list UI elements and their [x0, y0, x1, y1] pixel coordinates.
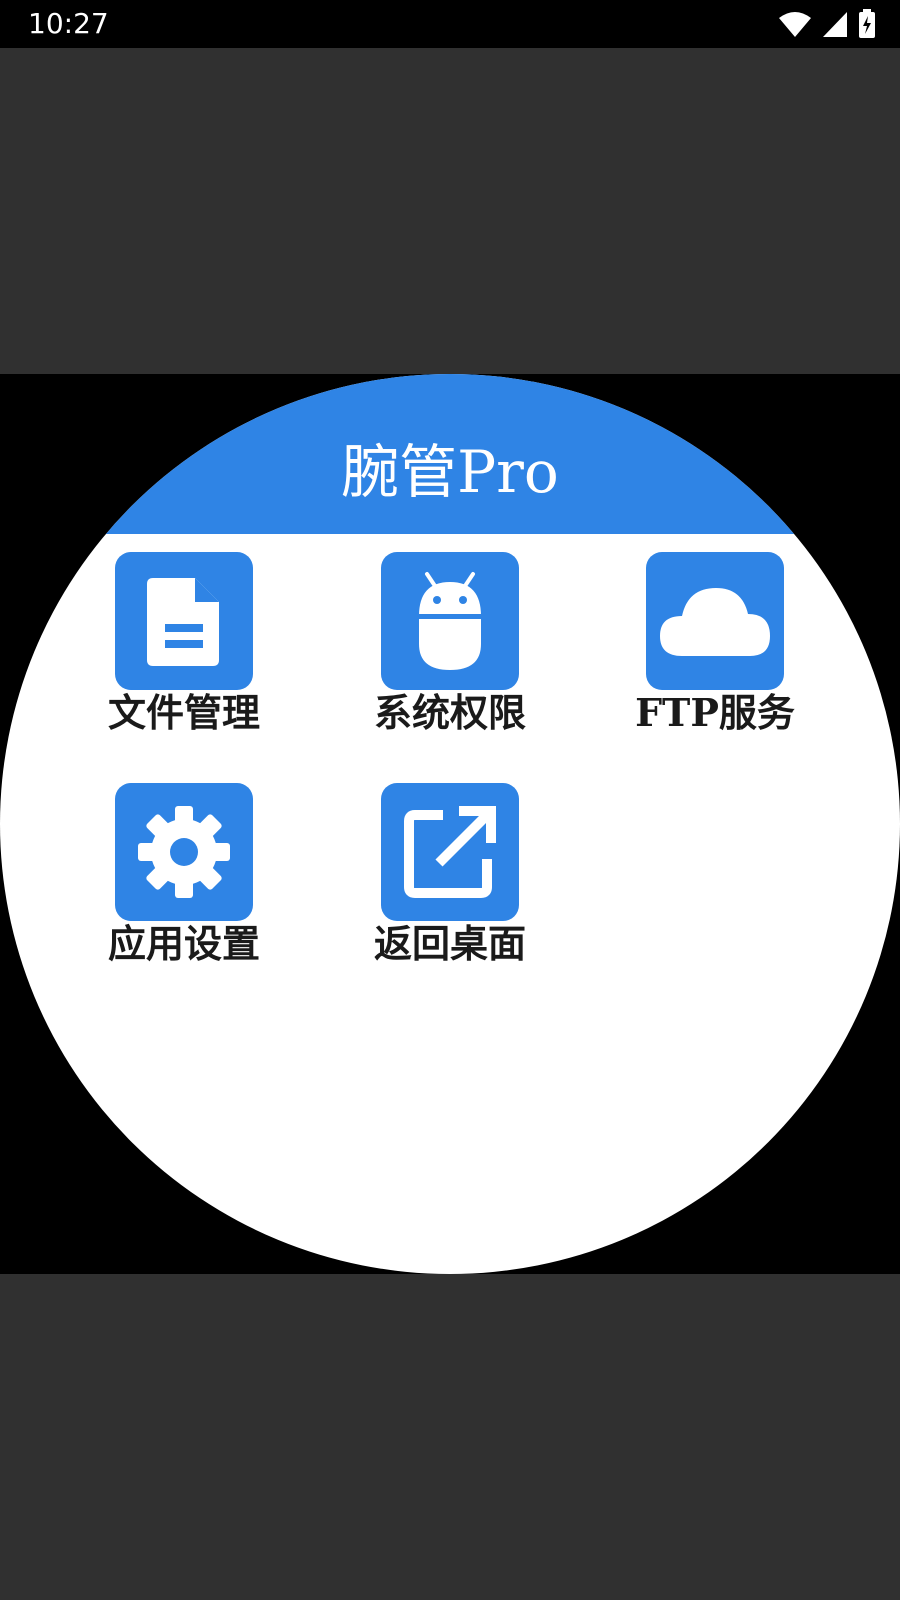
status-bar: 10:27 [0, 0, 900, 48]
menu-item-file-manager[interactable] [115, 552, 253, 690]
watch-screen: 腕管Pro 文件管理 系统权限 FTP服务 应用设置 返回桌面 [0, 374, 900, 1274]
menu-item-system-permissions[interactable] [381, 552, 519, 690]
signal-icon [822, 10, 848, 38]
menu-label-file-manager: 文件管理 [107, 690, 260, 735]
menu-item-ftp-service[interactable] [646, 552, 784, 690]
header: 腕管Pro [0, 374, 900, 534]
menu-item-return-home[interactable] [381, 783, 519, 921]
app-title: 腕管Pro [341, 438, 559, 506]
menu-label-app-settings: 应用设置 [107, 921, 260, 966]
menu-item-app-settings[interactable] [115, 783, 253, 921]
menu-label-system-permissions: 系统权限 [373, 690, 526, 735]
wifi-icon [778, 10, 812, 38]
status-time: 10:27 [28, 7, 109, 40]
status-icons [778, 8, 876, 40]
menu-label-return-home: 返回桌面 [373, 921, 526, 966]
menu-label-ftp-service: FTP服务 [635, 690, 795, 735]
battery-charging-icon [858, 9, 876, 39]
watch-face: 腕管Pro 文件管理 系统权限 FTP服务 应用设置 返回桌面 [0, 374, 900, 1274]
